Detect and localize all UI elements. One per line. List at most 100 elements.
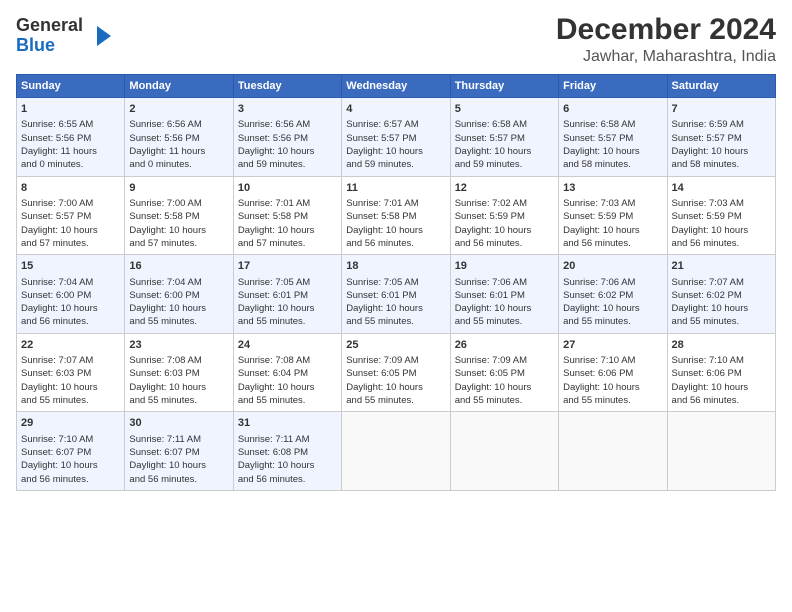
day-info-line: Sunset: 6:08 PM [238,446,337,459]
day-info-line: and 59 minutes. [455,158,554,171]
day-info-line: Sunrise: 7:07 AM [21,354,120,367]
table-cell: 12Sunrise: 7:02 AMSunset: 5:59 PMDayligh… [450,176,558,255]
col-thursday: Thursday [450,75,558,98]
day-info-line: Sunset: 5:56 PM [129,132,228,145]
day-info-line: Sunset: 5:56 PM [21,132,120,145]
day-info-line: Sunrise: 7:11 AM [238,433,337,446]
day-info-line: Daylight: 10 hours [346,224,445,237]
table-cell: 31Sunrise: 7:11 AMSunset: 6:08 PMDayligh… [233,412,341,491]
day-info-line: and 56 minutes. [21,473,120,486]
table-cell: 2Sunrise: 6:56 AMSunset: 5:56 PMDaylight… [125,98,233,177]
day-info-line: Sunset: 5:59 PM [455,210,554,223]
day-info-line: Daylight: 10 hours [563,224,662,237]
day-info-line: Daylight: 11 hours [21,145,120,158]
table-cell: 21Sunrise: 7:07 AMSunset: 6:02 PMDayligh… [667,255,775,334]
day-info-line: Sunrise: 7:08 AM [238,354,337,367]
table-cell: 15Sunrise: 7:04 AMSunset: 6:00 PMDayligh… [17,255,125,334]
day-number: 25 [346,338,445,353]
table-cell: 19Sunrise: 7:06 AMSunset: 6:01 PMDayligh… [450,255,558,334]
day-info-line: Sunset: 5:56 PM [238,132,337,145]
day-info-line: Daylight: 10 hours [455,224,554,237]
day-info-line: Sunset: 6:01 PM [346,289,445,302]
day-info-line: and 57 minutes. [129,237,228,250]
day-info-line: and 56 minutes. [21,315,120,328]
day-info-line: Sunset: 6:01 PM [238,289,337,302]
day-info-line: Sunset: 5:57 PM [672,132,771,145]
day-info-line: and 56 minutes. [129,473,228,486]
day-info-line: Daylight: 10 hours [563,381,662,394]
day-number: 31 [238,416,337,431]
day-info-line: and 0 minutes. [129,158,228,171]
day-info-line: Sunset: 5:58 PM [346,210,445,223]
day-number: 5 [455,102,554,117]
day-info-line: Sunrise: 7:06 AM [455,276,554,289]
calendar-table: Sunday Monday Tuesday Wednesday Thursday… [16,74,776,491]
day-number: 24 [238,338,337,353]
table-row: 15Sunrise: 7:04 AMSunset: 6:00 PMDayligh… [17,255,776,334]
table-cell: 8Sunrise: 7:00 AMSunset: 5:57 PMDaylight… [17,176,125,255]
col-saturday: Saturday [667,75,775,98]
day-info-line: Daylight: 10 hours [346,145,445,158]
day-info-line: Daylight: 10 hours [21,381,120,394]
day-info-line: Sunset: 6:00 PM [129,289,228,302]
day-number: 12 [455,181,554,196]
day-info-line: Sunset: 6:03 PM [129,367,228,380]
day-info-line: Daylight: 10 hours [455,381,554,394]
day-info-line: and 55 minutes. [129,394,228,407]
day-info-line: Daylight: 10 hours [21,224,120,237]
day-info-line: Sunset: 5:57 PM [563,132,662,145]
table-cell: 28Sunrise: 7:10 AMSunset: 6:06 PMDayligh… [667,333,775,412]
day-info-line: Daylight: 10 hours [672,381,771,394]
title-block: December 2024 Jawhar, Maharashtra, India [556,12,776,66]
day-number: 10 [238,181,337,196]
day-info-line: Sunrise: 7:09 AM [346,354,445,367]
day-info-line: Sunrise: 6:58 AM [455,118,554,131]
day-info-line: Daylight: 10 hours [21,302,120,315]
day-info-line: Daylight: 10 hours [672,302,771,315]
day-info-line: and 55 minutes. [346,394,445,407]
day-info-line: and 57 minutes. [21,237,120,250]
table-row: 22Sunrise: 7:07 AMSunset: 6:03 PMDayligh… [17,333,776,412]
day-info-line: Daylight: 10 hours [455,145,554,158]
day-info-line: Sunset: 6:05 PM [455,367,554,380]
day-info-line: Sunset: 5:58 PM [129,210,228,223]
day-info-line: Sunrise: 7:10 AM [563,354,662,367]
day-info-line: Sunset: 6:06 PM [672,367,771,380]
day-info-line: Sunrise: 6:58 AM [563,118,662,131]
day-info-line: Sunrise: 7:01 AM [346,197,445,210]
day-info-line: and 56 minutes. [346,237,445,250]
day-info-line: and 58 minutes. [563,158,662,171]
day-number: 28 [672,338,771,353]
day-number: 13 [563,181,662,196]
day-number: 17 [238,259,337,274]
table-cell: 26Sunrise: 7:09 AMSunset: 6:05 PMDayligh… [450,333,558,412]
day-info-line: Sunrise: 7:02 AM [455,197,554,210]
logo: General Blue [16,16,115,56]
table-cell [450,412,558,491]
day-info-line: and 55 minutes. [238,394,337,407]
col-friday: Friday [559,75,667,98]
day-info-line: Sunrise: 6:56 AM [129,118,228,131]
day-info-line: Daylight: 10 hours [238,302,337,315]
logo-icon [87,22,115,50]
day-info-line: Sunset: 5:57 PM [346,132,445,145]
day-info-line: Sunrise: 7:04 AM [21,276,120,289]
day-number: 16 [129,259,228,274]
table-cell: 7Sunrise: 6:59 AMSunset: 5:57 PMDaylight… [667,98,775,177]
day-info-line: Daylight: 10 hours [238,224,337,237]
sub-title: Jawhar, Maharashtra, India [556,48,776,66]
day-number: 1 [21,102,120,117]
logo-text-blue: Blue [16,36,83,56]
day-number: 29 [21,416,120,431]
day-info-line: Sunrise: 7:04 AM [129,276,228,289]
day-number: 23 [129,338,228,353]
day-info-line: Sunset: 5:58 PM [238,210,337,223]
day-info-line: Sunset: 5:57 PM [21,210,120,223]
table-cell [342,412,450,491]
table-cell [667,412,775,491]
day-info-line: Sunset: 6:01 PM [455,289,554,302]
table-row: 29Sunrise: 7:10 AMSunset: 6:07 PMDayligh… [17,412,776,491]
table-cell: 11Sunrise: 7:01 AMSunset: 5:58 PMDayligh… [342,176,450,255]
day-info-line: Daylight: 10 hours [672,145,771,158]
day-info-line: Daylight: 10 hours [238,145,337,158]
